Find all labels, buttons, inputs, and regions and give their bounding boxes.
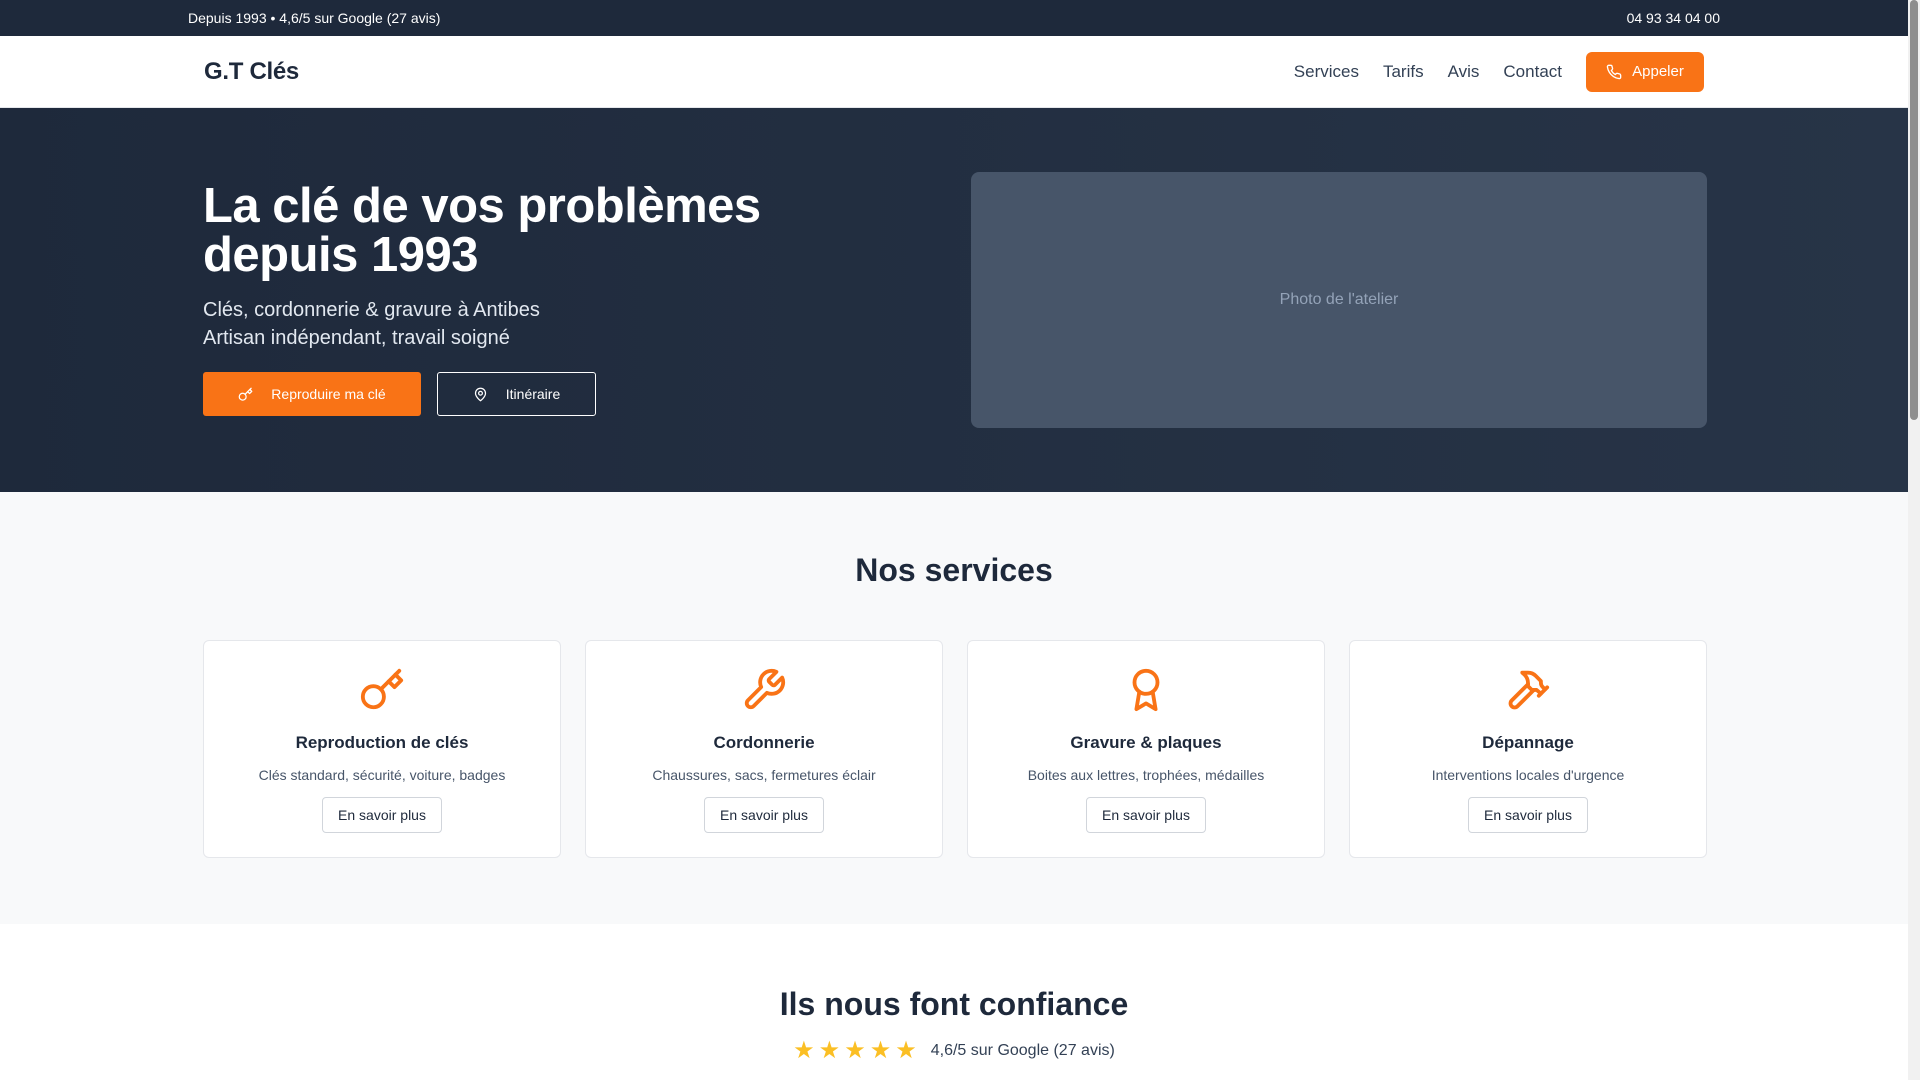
top-info-bar: Depuis 1993 • 4,6/5 sur Google (27 avis)…	[0, 0, 1908, 36]
page: Depuis 1993 • 4,6/5 sur Google (27 avis)…	[0, 0, 1908, 1080]
hero-subtitle-line2: Artisan indépendant, travail soigné	[203, 327, 510, 349]
award-icon	[1132, 668, 1160, 712]
site-logo[interactable]: G.T Clés	[204, 58, 299, 86]
service-card-engraving: Gravure & plaques Boites aux lettres, tr…	[967, 640, 1325, 858]
service-card-keys: Reproduction de clés Clés standard, sécu…	[203, 640, 561, 858]
star-icon: ★	[895, 1037, 917, 1064]
reviews-heading: Ils nous font confiance	[779, 986, 1129, 1022]
service-title: Dépannage	[1482, 733, 1574, 752]
services-heading: Nos services	[855, 552, 1053, 588]
star-icon: ★	[793, 1037, 815, 1064]
photo-placeholder-text: Photo de l'atelier	[1279, 291, 1399, 308]
scrollbar[interactable]	[1908, 0, 1920, 1080]
rating-text: 4,6/5 sur Google (27 avis)	[930, 1042, 1115, 1059]
nav-link-avis[interactable]: Avis	[1448, 62, 1480, 82]
learn-more-button[interactable]: En savoir plus	[704, 797, 824, 833]
learn-more-button[interactable]: En savoir plus	[1086, 797, 1206, 833]
service-title: Reproduction de clés	[295, 733, 469, 752]
map-pin-icon	[474, 387, 486, 401]
service-description: Boites aux lettres, trophées, médailles	[1027, 767, 1265, 783]
service-title: Gravure & plaques	[1070, 733, 1222, 752]
star-rating: ★ ★ ★ ★ ★	[793, 1039, 917, 1063]
scrollbar-thumb[interactable]	[1910, 0, 1918, 420]
learn-more-button[interactable]: En savoir plus	[1468, 797, 1588, 833]
services-section: Nos services Reproduction de clés Clés s…	[0, 492, 1908, 924]
reviews-section: Ils nous font confiance ★ ★ ★ ★ ★ 4,6/5 …	[0, 924, 1908, 1080]
service-description: Interventions locales d'urgence	[1431, 767, 1625, 783]
hero-title: La clé de vos problèmes depuis 1993	[203, 182, 843, 280]
directions-button[interactable]: Itinéraire	[437, 372, 596, 416]
site-header: G.T Clés Services Tarifs Avis Contact Ap…	[0, 36, 1908, 108]
service-card-shoe-repair: Cordonnerie Chaussures, sacs, fermetures…	[585, 640, 943, 858]
hero-subtitle-line1: Clés, cordonnerie & gravure à Antibes	[203, 299, 540, 321]
service-description: Chaussures, sacs, fermetures éclair	[652, 767, 876, 783]
topbar-phone[interactable]: 04 93 34 04 00	[1627, 10, 1720, 26]
directions-label: Itinéraire	[505, 386, 561, 402]
topbar-tagline: Depuis 1993 • 4,6/5 sur Google (27 avis)	[188, 10, 441, 26]
star-icon: ★	[818, 1037, 841, 1064]
service-title: Cordonnerie	[713, 733, 815, 752]
main-nav: Services Tarifs Avis Contact Appeler	[1294, 51, 1704, 92]
reproduce-key-button[interactable]: Reproduire ma clé	[203, 372, 421, 416]
nav-link-contact[interactable]: Contact	[1503, 62, 1562, 82]
service-description: Clés standard, sécurité, voiture, badges	[258, 767, 506, 783]
workshop-photo-placeholder: Photo de l'atelier	[971, 172, 1707, 428]
key-icon	[238, 387, 253, 401]
hammer-icon	[1508, 670, 1550, 710]
call-button[interactable]: Appeler	[1586, 51, 1704, 92]
star-icon: ★	[844, 1037, 866, 1064]
star-icon: ★	[869, 1037, 892, 1064]
service-cards: Reproduction de clés Clés standard, sécu…	[203, 640, 1707, 858]
call-button-label: Appeler	[1632, 63, 1684, 80]
hero-title-line1: La clé de vos problèmes	[203, 179, 761, 233]
hero-buttons: Reproduire ma clé Itinéraire	[203, 372, 843, 416]
reproduce-key-label: Reproduire ma clé	[271, 386, 386, 402]
hero-section: La clé de vos problèmes depuis 1993 Clés…	[0, 108, 1908, 492]
wrench-icon	[744, 668, 786, 710]
service-card-emergency: Dépannage Interventions locales d'urgenc…	[1349, 640, 1707, 858]
phone-icon	[1606, 64, 1622, 79]
nav-link-services[interactable]: Services	[1294, 62, 1359, 82]
hero-content: La clé de vos problèmes depuis 1993 Clés…	[203, 182, 843, 416]
hero-subtitle: Clés, cordonnerie & gravure à Antibes Ar…	[203, 296, 843, 352]
rating-row: ★ ★ ★ ★ ★ 4,6/5 sur Google (27 avis)	[0, 1039, 1908, 1063]
learn-more-button[interactable]: En savoir plus	[322, 797, 442, 833]
nav-link-tarifs[interactable]: Tarifs	[1383, 62, 1424, 82]
key-icon	[360, 668, 404, 710]
hero-title-line2: depuis 1993	[203, 228, 479, 282]
